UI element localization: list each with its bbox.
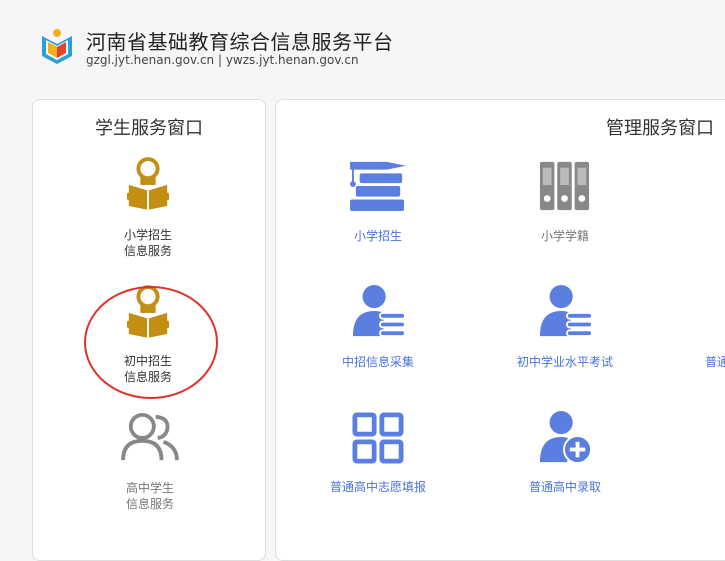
reading-student-icon [126,157,170,210]
high-school-admission-tile[interactable]: 普通高中录取 [505,410,625,500]
high-school-student-info-tile[interactable]: 高中学生 信息服务 [90,412,210,512]
tile-label: 普通 [705,355,725,369]
tile-label: 小学招生 [353,229,402,243]
primary-student-records-tile[interactable]: 小学学籍 [505,156,625,246]
user-list-icon [539,284,592,338]
tile-label-line2: 信息服务 [123,370,172,384]
site-domains: gzgl.jyt.henan.gov.cn | ywzs.jyt.henan.g… [86,53,359,67]
graduation-books-icon [350,161,406,212]
primary-enrollment-admin-tile[interactable]: 小学招生 [318,156,438,246]
tile-label: 小学学籍 [540,229,589,243]
reading-student-icon [126,285,170,338]
primary-enrollment-info-tile[interactable]: 小学招生 信息服务 [88,156,208,264]
high-school-entrance-info-collection-tile[interactable]: 中招信息采集 [318,284,438,374]
grid-icon [352,412,404,464]
user-list-icon [352,284,405,338]
admin-panel-title: 管理服务窗口 [606,118,714,139]
tile-label-line1: 初中招生 [123,354,172,368]
tile-label: 普通高中志愿填报 [329,480,426,494]
education-logo-icon [42,29,72,64]
student-panel-title: 学生服务窗口 [95,118,203,139]
tile-label: 初中学业水平考试 [516,355,613,369]
tile-label-line1: 高中学生 [125,481,174,495]
binders-icon [539,161,590,211]
tile-label: 普通高中录取 [528,480,601,494]
tile-label-line2: 信息服务 [123,244,172,258]
junior-high-academic-exam-tile[interactable]: 初中学业水平考试 [505,284,625,374]
tile-label-line1: 小学招生 [123,228,172,242]
site-title: 河南省基础教育综合信息服务平台 [86,30,394,54]
user-add-icon [539,410,592,464]
tile-label-line2: 信息服务 [125,497,174,511]
partial-admin-tile[interactable]: 普通 [705,284,725,374]
users-icon [121,412,179,461]
high-school-application-tile[interactable]: 普通高中志愿填报 [318,410,438,500]
tile-label: 中招信息采集 [341,355,414,369]
junior-high-enrollment-info-tile[interactable]: 初中招生 信息服务 [88,284,208,392]
